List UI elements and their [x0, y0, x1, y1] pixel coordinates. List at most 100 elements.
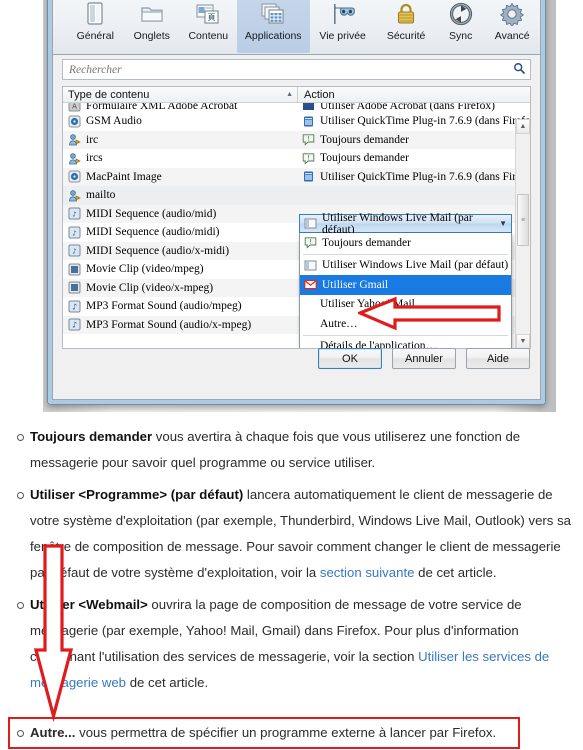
- row-content-type: Movie Clip (video/x-mpeg): [63, 281, 298, 294]
- tab-general[interactable]: Général: [67, 0, 124, 53]
- svg-text:♪: ♪: [72, 302, 77, 311]
- scroll-up-button[interactable]: ▲: [516, 119, 530, 134]
- dropdown-item-autre[interactable]: Autre…: [300, 314, 511, 334]
- row-content-type-label: ircs: [86, 152, 103, 165]
- acrobat-plugin-icon: [303, 103, 314, 110]
- row-action: Utiliser Adobe Acrobat (dans Firefox): [298, 103, 530, 112]
- applications-grid-icon: [261, 1, 285, 27]
- ok-button[interactable]: OK: [318, 348, 382, 369]
- always-ask-icon: !: [304, 237, 317, 249]
- search-input[interactable]: [63, 62, 508, 77]
- link-section-suivante[interactable]: section suivante: [320, 565, 415, 580]
- cancel-button[interactable]: Annuler: [392, 348, 456, 369]
- tab-contenu[interactable]: 頁 Contenu: [180, 0, 237, 53]
- movie-icon: [68, 281, 81, 294]
- music-note-icon: ♪: [68, 318, 81, 331]
- row-content-type-label: Formulaire XML Adobe Acrobat: [86, 103, 238, 112]
- row-content-type-label: Movie Clip (video/mpeg): [86, 263, 204, 276]
- bullet-toujours-demander: Toujours demander vous avertira à chaque…: [0, 424, 583, 476]
- tab-vie-privee[interactable]: Vie privée: [310, 0, 375, 53]
- bullet-utiliser-webmail: Utiliser <Webmail> ouvrira la page de co…: [0, 592, 583, 696]
- tab-onglets[interactable]: Onglets: [124, 0, 181, 53]
- row-content-type-label: MIDI Sequence (audio/x-midi): [86, 244, 230, 257]
- row-content-type: ircs: [63, 152, 298, 165]
- row-action: ! Toujours demander: [298, 133, 530, 146]
- row-content-type-label: MacPaint Image: [86, 170, 162, 183]
- scrollbar-thumb[interactable]: ≡: [517, 194, 529, 246]
- gmail-icon: [304, 280, 317, 290]
- row-content-type-label: MP3 Format Sound (audio/mpeg): [86, 300, 242, 313]
- help-button[interactable]: Aide: [466, 348, 530, 369]
- svg-text:!: !: [309, 238, 312, 246]
- midi-icon: ♪: [68, 207, 81, 220]
- row-content-type: ♪ MIDI Sequence (audio/x-midi): [63, 244, 298, 257]
- protocol-handler-icon: [69, 134, 81, 146]
- scroll-down-button[interactable]: ▼: [516, 334, 530, 348]
- row-content-type: MacPaint Image: [63, 170, 298, 183]
- table-row[interactable]: ircs ! Toujours demander: [63, 149, 530, 168]
- general-window-icon: [85, 1, 105, 27]
- chevron-down-icon[interactable]: ▼: [499, 219, 507, 228]
- page-root: Général Onglets 頁 Contenu Applications V…: [0, 0, 583, 750]
- tab-general-label: Général: [76, 30, 114, 42]
- table-row[interactable]: A Formulaire XML Adobe Acrobat Utiliser …: [63, 103, 530, 112]
- svg-text:♪: ♪: [72, 321, 77, 330]
- tab-securite[interactable]: Sécurité: [375, 0, 436, 53]
- content-type-list[interactable]: Type de contenu ▲ Action A Formulaire XM…: [62, 86, 531, 349]
- list-header: Type de contenu ▲ Action: [63, 87, 530, 103]
- row-action-label: Utiliser Adobe Acrobat (dans Firefox): [320, 103, 496, 112]
- column-header-action[interactable]: Action: [298, 87, 530, 102]
- row-action: Utiliser QuickTime Plug-in 7.6.9 (dans F…: [298, 115, 530, 128]
- bullet-1-strong: Utiliser <Programme> (par défaut): [30, 487, 244, 502]
- search-box[interactable]: [62, 59, 531, 80]
- always-ask-icon: !: [302, 134, 315, 146]
- search-row: [53, 55, 540, 83]
- movie-icon: [68, 263, 81, 276]
- dropdown-item-label: Toujours demander: [322, 236, 411, 249]
- bullet-1-text-tail: de cet article.: [414, 565, 497, 580]
- table-row[interactable]: MacPaint Image Utiliser QuickTime Plug-i…: [63, 167, 530, 186]
- row-content-type: ♪ MIDI Sequence (audio/mid): [63, 207, 298, 220]
- quicktime-icon: [304, 171, 313, 182]
- action-dropdown-popup[interactable]: ! Toujours demander Utiliser Windows Liv…: [299, 233, 512, 348]
- dialog-button-row: OK Annuler Aide: [318, 348, 530, 369]
- tab-sync[interactable]: Sync: [437, 0, 485, 53]
- list-scrollbar[interactable]: ▲ ≡ ▼: [515, 119, 530, 348]
- row-content-type: mailto: [63, 189, 298, 202]
- dropdown-item-label: Utiliser Windows Live Mail (par défaut): [322, 259, 509, 272]
- tab-vie-privee-label: Vie privée: [319, 30, 366, 42]
- tab-onglets-label: Onglets: [133, 30, 170, 42]
- tab-avance-label: Avancé: [494, 30, 530, 42]
- protocol-handler-icon: [69, 152, 81, 165]
- table-row-selected[interactable]: mailto: [63, 186, 530, 205]
- dropdown-item-yahoo-mail[interactable]: Utiliser Yahoo! Mail: [300, 295, 511, 315]
- dropdown-item-toujours-demander[interactable]: ! Toujours demander: [300, 233, 511, 253]
- column-header-content-type[interactable]: Type de contenu ▲: [63, 87, 298, 102]
- row-content-type: ♪ MP3 Format Sound (audio/mpeg): [63, 300, 298, 313]
- search-magnifier-icon[interactable]: [508, 62, 530, 78]
- row-content-type-label: GSM Audio: [86, 115, 142, 128]
- dropdown-item-windows-live-mail[interactable]: Utiliser Windows Live Mail (par défaut): [300, 256, 511, 276]
- tab-applications[interactable]: Applications: [236, 0, 310, 53]
- table-row[interactable]: irc ! Toujours demander: [63, 130, 530, 149]
- row-action-label: Toujours demander: [320, 133, 409, 146]
- tab-sync-label: Sync: [448, 30, 473, 42]
- always-ask-icon: !: [302, 153, 315, 165]
- column-header-content-type-label: Type de contenu: [68, 88, 150, 101]
- tabs-folder-icon: [140, 1, 164, 27]
- bullet-utiliser-programme: Utiliser <Programme> (par défaut) lancer…: [0, 482, 583, 586]
- table-row[interactable]: GSM Audio Utiliser QuickTime Plug-in 7.6…: [63, 112, 530, 131]
- action-combobox-value: Utiliser Windows Live Mail (par défaut): [322, 211, 473, 236]
- firefox-options-screenshot: Général Onglets 頁 Contenu Applications V…: [43, 0, 556, 412]
- row-content-type: ♪ MP3 Format Sound (audio/x-mpeg): [63, 318, 298, 331]
- tab-avance[interactable]: Avancé: [484, 0, 540, 53]
- dropdown-item-gmail[interactable]: Utiliser Gmail: [300, 275, 511, 295]
- privacy-mask-icon: [330, 1, 356, 27]
- row-action-label: Utiliser QuickTime Plug-in 7.6.9 (dans F…: [320, 170, 530, 183]
- tab-securite-label: Sécurité: [386, 30, 426, 42]
- row-action: ! Toujours demander: [298, 152, 530, 165]
- action-combobox[interactable]: Utiliser Windows Live Mail (par défaut) …: [299, 211, 512, 236]
- row-action-label: Utiliser QuickTime Plug-in 7.6.9 (dans F…: [320, 115, 530, 128]
- svg-text:♪: ♪: [72, 211, 76, 219]
- sync-arrows-icon: [449, 1, 473, 27]
